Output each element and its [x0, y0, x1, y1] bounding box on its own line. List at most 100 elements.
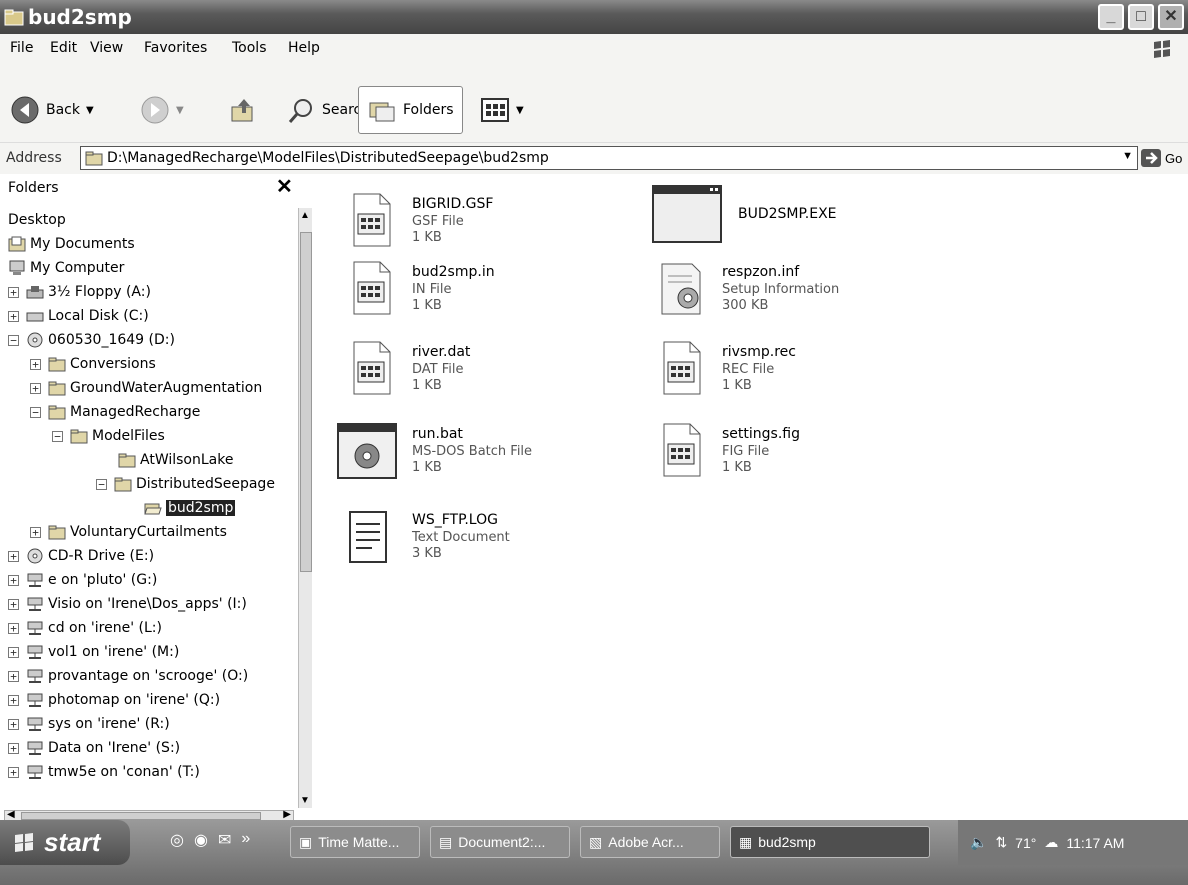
forward-button[interactable]: ▼	[140, 90, 184, 130]
menu-tools[interactable]: Tools	[232, 40, 267, 56]
scroll-up-icon[interactable]: ▲	[300, 210, 310, 221]
tree-item-model-files[interactable]: − ModelFiles	[52, 424, 165, 448]
tree-item-distributed-seepage[interactable]: − DistributedSeepage	[96, 472, 275, 496]
folders-pane-close-button[interactable]: ✕	[276, 174, 293, 199]
forward-arrow-icon	[141, 96, 169, 124]
file-item[interactable]: rivsmp.rec REC File 1 KB	[652, 340, 952, 404]
file-type: REC File	[722, 362, 775, 377]
scroll-left-icon[interactable]: ◀	[7, 809, 15, 820]
views-dropdown-icon[interactable]: ▼	[516, 105, 524, 116]
file-item[interactable]: river.dat DAT File 1 KB	[342, 340, 642, 404]
minimize-button[interactable]: _	[1098, 4, 1124, 30]
expand-toggle[interactable]: +	[30, 358, 41, 370]
expand-toggle[interactable]: +	[8, 598, 19, 610]
address-dropdown-icon[interactable]: ▼	[1122, 150, 1133, 162]
tree-item-local-disk-c[interactable]: + Local Disk (C:)	[8, 304, 149, 328]
task-button[interactable]: ▧ Adobe Acr...	[580, 826, 720, 858]
collapse-toggle[interactable]: −	[52, 430, 63, 442]
mail-icon[interactable]: ✉	[218, 830, 231, 850]
start-button[interactable]: start	[0, 820, 130, 865]
expand-toggle[interactable]: +	[8, 310, 19, 322]
taskbar: start ◎ ◉ ✉ » ▣ Time Matte... ▤ Document…	[0, 820, 1188, 885]
expand-toggle[interactable]: +	[8, 646, 19, 658]
collapse-toggle[interactable]: −	[30, 406, 41, 418]
file-type: MS-DOS Batch File	[412, 444, 533, 459]
collapse-toggle[interactable]: −	[96, 478, 107, 490]
tree-item-at-wilson-lake[interactable]: AtWilsonLake	[118, 448, 233, 472]
back-button[interactable]: Back ▼	[10, 90, 94, 130]
network-icon[interactable]: ⇅	[995, 834, 1007, 851]
tree-item-my-documents[interactable]: My Documents	[8, 232, 135, 256]
scroll-down-icon[interactable]: ▼	[300, 795, 310, 806]
maximize-button[interactable]: □	[1128, 4, 1154, 30]
tree-item-network-q[interactable]: + photomap on 'irene' (Q:)	[8, 688, 220, 712]
menu-view[interactable]: View	[90, 40, 123, 56]
address-input[interactable]: D:\ManagedRecharge\ModelFiles\Distribute…	[80, 146, 1138, 170]
expand-toggle[interactable]: +	[30, 382, 41, 394]
up-folder-button[interactable]	[228, 90, 258, 130]
menu-edit[interactable]: Edit	[50, 40, 77, 56]
views-button[interactable]: ▼	[480, 90, 524, 130]
file-item[interactable]: BIGRID.GSF GSF File 1 KB	[342, 192, 642, 256]
tree-item-voluntary-curtailments[interactable]: + VoluntaryCurtailments	[30, 520, 227, 544]
tree-item-network-o[interactable]: + provantage on 'scrooge' (O:)	[8, 664, 248, 688]
expand-toggle[interactable]: +	[8, 694, 19, 706]
expand-toggle[interactable]: +	[8, 718, 19, 730]
file-item[interactable]: bud2smp.in IN File 1 KB	[342, 260, 642, 324]
tree-item-network-t[interactable]: + tmw5e on 'conan' (T:)	[8, 760, 200, 784]
task-button-active[interactable]: ▦ bud2smp	[730, 826, 930, 858]
close-button[interactable]: ✕	[1158, 4, 1184, 30]
task-button[interactable]: ▤ Document2:...	[430, 826, 570, 858]
network-drive-icon	[27, 669, 43, 683]
menu-help[interactable]: Help	[288, 40, 320, 56]
expand-toggle[interactable]: +	[8, 550, 19, 562]
tree-item-network-i[interactable]: + Visio on 'Irene\Dos_apps' (I:)	[8, 592, 247, 616]
expand-toggle[interactable]: +	[8, 286, 19, 298]
file-item[interactable]: run.bat MS-DOS Batch File 1 KB	[336, 422, 636, 486]
expand-toggle[interactable]: +	[8, 766, 19, 778]
tree-item-bud2smp[interactable]: bud2smp	[144, 496, 236, 520]
file-item[interactable]: settings.fig FIG File 1 KB	[652, 422, 952, 486]
clock[interactable]: 11:17 AM	[1066, 835, 1124, 851]
collapse-toggle[interactable]: −	[8, 334, 19, 346]
tree-item-network-l[interactable]: + cd on 'irene' (L:)	[8, 616, 162, 640]
tree-item-network-g[interactable]: + e on 'pluto' (G:)	[8, 568, 157, 592]
weather-icon[interactable]: ☁	[1044, 834, 1058, 851]
tree-item-drive-d[interactable]: − 060530_1649 (D:)	[8, 328, 175, 352]
forward-dropdown-icon[interactable]: ▼	[176, 105, 184, 116]
back-dropdown-icon[interactable]: ▼	[86, 105, 94, 116]
search-icon	[288, 99, 312, 123]
scrollbar-thumb[interactable]	[300, 232, 312, 572]
file-item[interactable]: respzon.inf Setup Information 300 KB	[652, 260, 952, 324]
browser-icon[interactable]: ◎	[170, 830, 184, 850]
chevron-right-icon[interactable]: »	[241, 830, 250, 850]
tree-item-desktop[interactable]: Desktop	[8, 208, 66, 232]
expand-toggle[interactable]: +	[8, 742, 19, 754]
expand-toggle[interactable]: +	[8, 670, 19, 682]
tree-item-my-computer[interactable]: My Computer	[8, 256, 124, 280]
expand-toggle[interactable]: +	[30, 526, 41, 538]
tree-item-network-r[interactable]: + sys on 'irene' (R:)	[8, 712, 170, 736]
file-item[interactable]: WS_FTP.LOG Text Document 3 KB	[342, 508, 642, 572]
volume-icon[interactable]: 🔈	[970, 834, 987, 851]
tree-item-managed-recharge[interactable]: − ManagedRecharge	[30, 400, 200, 424]
folders-vertical-scrollbar[interactable]: ▲ ▼	[298, 208, 313, 808]
tree-item-floppy[interactable]: + 3½ Floppy (A:)	[8, 280, 151, 304]
scroll-right-icon[interactable]: ▶	[283, 809, 291, 820]
folders-button[interactable]: Folders	[358, 86, 463, 134]
task-button[interactable]: ▣ Time Matte...	[290, 826, 420, 858]
file-item[interactable]: BUD2SMP.EXE	[652, 184, 952, 248]
tree-item-cdr-drive-e[interactable]: + CD-R Drive (E:)	[8, 544, 154, 568]
tree-item-groundwater-augmentation[interactable]: + GroundWaterAugmentation	[30, 376, 262, 400]
expand-toggle[interactable]: +	[8, 622, 19, 634]
tree-item-conversions[interactable]: + Conversions	[30, 352, 156, 376]
tree-item-network-s[interactable]: + Data on 'Irene' (S:)	[8, 736, 180, 760]
horizontal-scrollbar-thumb[interactable]	[21, 812, 261, 820]
menu-favorites[interactable]: Favorites	[144, 40, 207, 56]
expand-toggle[interactable]: +	[8, 574, 19, 586]
menu-file[interactable]: File	[10, 40, 33, 56]
network-drive-icon	[27, 573, 43, 587]
go-button[interactable]: Go	[1140, 148, 1182, 168]
tree-item-network-m[interactable]: + vol1 on 'irene' (M:)	[8, 640, 179, 664]
media-icon[interactable]: ◉	[194, 830, 208, 850]
